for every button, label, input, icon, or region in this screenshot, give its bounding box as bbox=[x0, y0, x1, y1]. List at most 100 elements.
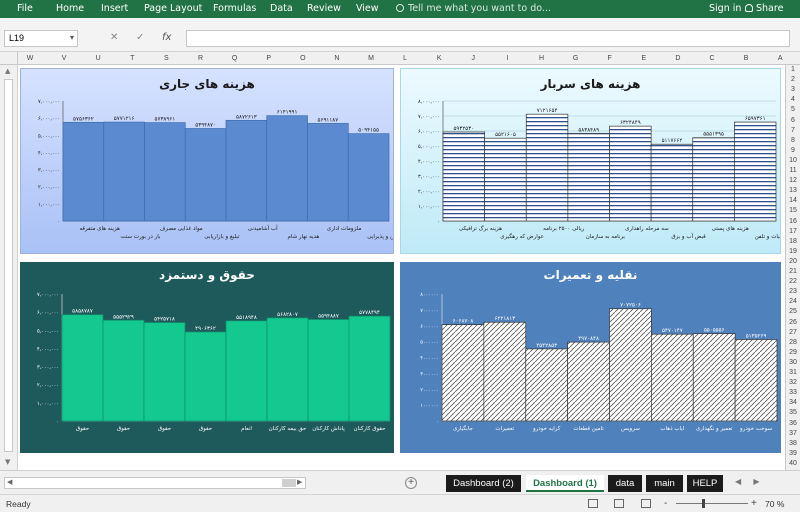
row-label[interactable]: 38 bbox=[786, 440, 800, 447]
bar[interactable] bbox=[442, 131, 485, 222]
row-label[interactable]: 9 bbox=[786, 147, 800, 154]
bar[interactable] bbox=[734, 121, 777, 222]
row-label[interactable]: 37 bbox=[786, 430, 800, 437]
row-label[interactable]: 32 bbox=[786, 379, 800, 386]
bar[interactable] bbox=[609, 125, 652, 222]
scroll-right-icon[interactable]: ▶ bbox=[297, 478, 302, 486]
formula-input[interactable] bbox=[186, 30, 790, 47]
column-label[interactable]: V bbox=[62, 55, 67, 62]
bar[interactable] bbox=[225, 119, 268, 222]
column-label[interactable]: J bbox=[472, 55, 476, 62]
chart-transport-repairs[interactable]: ۸۰۰۰۰۰۰ ۷۰۰۰۰۰۰ ۶۰۰۰۰۰۰ ۵۰۰۰۰۰۰ ۴۰۰۰۰۰۰ ۳۰۰۰۰… bbox=[400, 262, 781, 453]
row-label[interactable]: 15 bbox=[786, 207, 800, 214]
bar[interactable] bbox=[307, 319, 350, 422]
column-label[interactable]: A bbox=[778, 55, 783, 62]
column-label[interactable]: C bbox=[709, 55, 714, 62]
column-label[interactable]: T bbox=[130, 55, 134, 62]
column-label[interactable]: W bbox=[27, 55, 34, 62]
bar[interactable] bbox=[347, 133, 390, 222]
vertical-scrollbar[interactable]: ▲ ▼ bbox=[0, 65, 18, 470]
scroll-down-icon[interactable]: ▼ bbox=[5, 458, 10, 466]
row-label[interactable]: 16 bbox=[786, 218, 800, 225]
sheet-grid[interactable]: ۷,۰۰۰,۰۰۰ ۶,۰۰۰,۰۰۰ ۵,۰۰۰,۰۰۰ ۴,۰۰۰,۰۰۰ ۳,۰۰… bbox=[18, 65, 785, 470]
column-label[interactable]: I bbox=[506, 55, 508, 62]
bar[interactable] bbox=[567, 341, 610, 422]
tell-me-box[interactable]: Tell me what you want to do... bbox=[396, 3, 551, 14]
column-label[interactable]: O bbox=[300, 55, 305, 62]
row-label[interactable]: 40 bbox=[786, 460, 800, 467]
share-button[interactable]: Share bbox=[745, 3, 783, 14]
tab-page-layout[interactable]: Page Layout bbox=[144, 3, 202, 14]
row-label[interactable]: 12 bbox=[786, 177, 800, 184]
scroll-thumb[interactable] bbox=[4, 79, 13, 452]
scroll-tabs-left-icon[interactable]: ◀ bbox=[735, 477, 741, 486]
chart-salary-wages[interactable]: ۷,۰۰۰,۰۰۰ ۶,۰۰۰,۰۰۰ ۵,۰۰۰,۰۰۰ ۴,۰۰۰,۰۰۰ ۳,۰۰… bbox=[20, 262, 394, 453]
scroll-up-icon[interactable]: ▲ bbox=[5, 67, 10, 75]
bar[interactable] bbox=[102, 319, 145, 422]
row-label[interactable]: 33 bbox=[786, 389, 800, 396]
horizontal-scrollbar[interactable]: ◀ ▶ bbox=[4, 477, 306, 489]
enter-icon[interactable]: ✓ bbox=[136, 32, 144, 43]
row-label[interactable]: 28 bbox=[786, 339, 800, 346]
column-label[interactable]: L bbox=[403, 55, 407, 62]
bar[interactable] bbox=[266, 115, 308, 222]
sign-in-link[interactable]: Sign in bbox=[709, 3, 741, 14]
insert-function-icon[interactable]: fx bbox=[162, 32, 171, 43]
row-label[interactable]: 26 bbox=[786, 319, 800, 326]
row-label[interactable]: 19 bbox=[786, 248, 800, 255]
tab-navigation[interactable]: ◀ ▶ bbox=[735, 477, 760, 486]
row-label[interactable]: 18 bbox=[786, 238, 800, 245]
bar[interactable] bbox=[650, 143, 694, 222]
scroll-tabs-right-icon[interactable]: ▶ bbox=[753, 477, 759, 486]
page-break-view-icon[interactable] bbox=[641, 499, 651, 508]
tab-review[interactable]: Review bbox=[307, 3, 341, 14]
row-label[interactable]: 8 bbox=[786, 137, 800, 144]
normal-view-icon[interactable] bbox=[588, 499, 598, 508]
bar[interactable] bbox=[307, 123, 349, 222]
bar[interactable] bbox=[348, 315, 391, 422]
column-label[interactable]: N bbox=[334, 55, 339, 62]
column-label[interactable]: E bbox=[641, 55, 646, 62]
column-label[interactable]: D bbox=[675, 55, 680, 62]
row-label[interactable]: 39 bbox=[786, 450, 800, 457]
row-label[interactable]: 20 bbox=[786, 258, 800, 265]
bar[interactable] bbox=[525, 113, 569, 222]
row-label[interactable]: 4 bbox=[786, 96, 800, 103]
row-label[interactable]: 1 bbox=[786, 66, 800, 73]
sheet-tab-help[interactable]: HELP bbox=[687, 475, 723, 492]
cancel-icon[interactable]: ✕ bbox=[110, 32, 118, 43]
column-label[interactable]: H bbox=[539, 55, 544, 62]
bar[interactable] bbox=[62, 121, 105, 222]
bar[interactable] bbox=[484, 137, 527, 222]
sheet-tab-main[interactable]: main bbox=[646, 475, 683, 492]
scroll-left-icon[interactable]: ◀ bbox=[7, 478, 12, 486]
column-label[interactable]: M bbox=[368, 55, 374, 62]
row-label[interactable]: 7 bbox=[786, 127, 800, 134]
bar[interactable] bbox=[692, 137, 735, 222]
tab-file[interactable]: File bbox=[17, 3, 33, 14]
zoom-slider[interactable] bbox=[676, 503, 748, 504]
bar[interactable] bbox=[734, 339, 778, 422]
add-sheet-icon[interactable]: + bbox=[405, 477, 417, 489]
column-label[interactable]: R bbox=[198, 55, 203, 62]
name-box[interactable]: L19 ▾ bbox=[4, 30, 78, 47]
row-label[interactable]: 5 bbox=[786, 106, 800, 113]
bar[interactable] bbox=[441, 324, 485, 422]
bar[interactable] bbox=[483, 321, 527, 422]
column-label[interactable]: G bbox=[573, 55, 578, 62]
row-label[interactable]: 29 bbox=[786, 349, 800, 356]
page-layout-view-icon[interactable] bbox=[614, 499, 624, 508]
bar[interactable] bbox=[184, 331, 227, 422]
row-label[interactable]: 30 bbox=[786, 359, 800, 366]
row-label[interactable]: 27 bbox=[786, 329, 800, 336]
column-label[interactable]: Q bbox=[232, 55, 237, 62]
bar[interactable] bbox=[61, 314, 104, 422]
bar[interactable] bbox=[103, 121, 145, 222]
tab-insert[interactable]: Insert bbox=[101, 3, 128, 14]
bar[interactable] bbox=[144, 122, 186, 222]
column-label[interactable]: P bbox=[266, 55, 271, 62]
row-label[interactable]: 14 bbox=[786, 197, 800, 204]
row-label[interactable]: 6 bbox=[786, 117, 800, 124]
bar[interactable] bbox=[692, 333, 736, 422]
bar[interactable] bbox=[567, 133, 610, 222]
